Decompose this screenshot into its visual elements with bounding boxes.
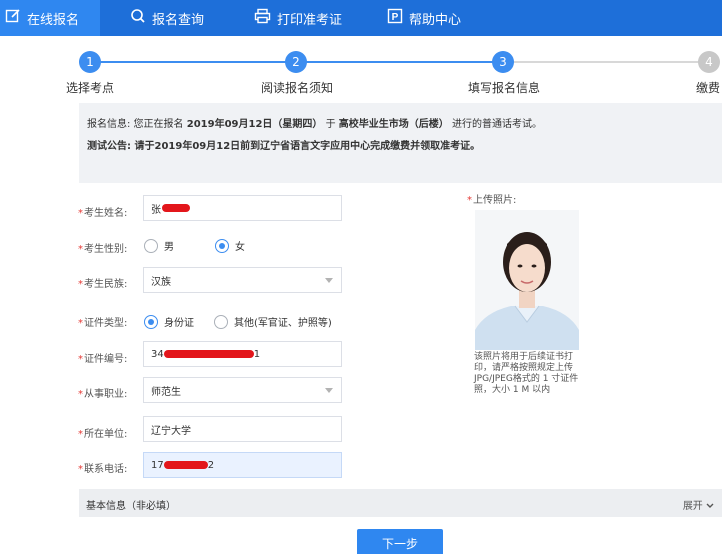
uploaded-photo[interactable] xyxy=(475,210,579,350)
chevron-down-icon xyxy=(706,503,714,508)
nav-item-registration-query[interactable]: 报名查询 xyxy=(130,0,204,36)
search-icon xyxy=(130,8,146,28)
edit-icon xyxy=(5,8,21,28)
registration-info: 报名信息: 您正在报名 2019年09月12日（星期四） 于 高校毕业生市场（后… xyxy=(87,119,542,130)
gender-option-female[interactable]: 女 xyxy=(215,238,245,253)
phone-label: *联系电话: xyxy=(78,464,128,475)
id-type-option-id-card[interactable]: 身份证 xyxy=(144,314,194,329)
gender-option-male[interactable]: 男 xyxy=(144,238,174,253)
phone-field[interactable]: 17 2 xyxy=(143,452,342,478)
radio-unchecked[interactable] xyxy=(144,238,158,253)
registration-notice: 报名信息: 您正在报名 2019年09月12日（星期四） 于 高校毕业生市场（后… xyxy=(79,103,722,183)
occupation-select[interactable]: 师范生 xyxy=(143,377,342,403)
nav-label: 打印准考证 xyxy=(277,12,343,28)
step-1-label: 选择考点 xyxy=(66,81,115,95)
progress-line-remaining xyxy=(513,61,708,63)
basic-info-title: 基本信息（非必填） xyxy=(86,501,176,512)
radio-checked[interactable] xyxy=(144,314,158,329)
next-step-button[interactable]: 下一步 xyxy=(357,529,443,554)
photo-upload-label: *上传照片: xyxy=(467,195,517,206)
printer-icon xyxy=(254,8,271,28)
radio-unchecked[interactable] xyxy=(214,314,228,329)
ethnicity-select[interactable]: 汉族 xyxy=(143,267,342,293)
step-1-circle: 1 xyxy=(79,51,101,73)
nav-item-print-admission-ticket[interactable]: 打印准考证 xyxy=(254,0,342,36)
name-field[interactable]: 张 xyxy=(143,195,342,221)
redaction-mark xyxy=(163,350,254,358)
id-number-label: *证件编号: xyxy=(78,354,128,365)
step-2-circle: 2 xyxy=(285,51,307,73)
id-number-field[interactable]: 34 1 xyxy=(143,341,342,367)
employer-field[interactable]: 辽宁大学 xyxy=(143,416,342,442)
name-label: *考生姓名: xyxy=(78,208,128,219)
test-announcement: 测试公告: 请于2019年09月12日前到辽宁省语言文字应用中心完成缴费并领取准… xyxy=(87,141,481,152)
employer-label: *所在单位: xyxy=(78,429,128,440)
dropdown-caret-icon xyxy=(325,388,333,393)
step-3-label: 填写报名信息 xyxy=(468,81,541,95)
redaction-mark xyxy=(162,204,190,212)
nav-label: 帮助中心 xyxy=(409,12,462,28)
redaction-mark xyxy=(163,461,208,469)
id-type-option-other[interactable]: 其他(军官证、护照等) xyxy=(214,314,332,329)
step-4-circle: 4 xyxy=(698,51,720,73)
step-4-label: 缴费 xyxy=(696,81,721,95)
step-2-label: 阅读报名须知 xyxy=(261,81,334,95)
id-type-label: *证件类型: xyxy=(78,318,128,329)
dropdown-caret-icon xyxy=(325,278,333,283)
radio-checked[interactable] xyxy=(215,238,229,253)
photo-requirements-note: 该照片将用于后续证书打印，请严格按照规定上传JPG/JPEG格式的 1 寸证件照… xyxy=(474,352,579,395)
occupation-label: *从事职业: xyxy=(78,389,128,400)
expand-toggle[interactable]: 展开 xyxy=(683,497,714,512)
nav-label: 在线报名 xyxy=(27,12,80,28)
top-nav: 在线报名 报名查询 打印准考证 P 帮助中心 xyxy=(0,0,722,36)
basic-info-section[interactable]: 基本信息（非必填） 展开 xyxy=(79,489,722,517)
gender-label: *考生性别: xyxy=(78,244,128,255)
svg-text:P: P xyxy=(392,12,399,23)
nav-item-online-registration[interactable]: 在线报名 xyxy=(0,0,100,36)
step-3-circle: 3 xyxy=(492,51,514,73)
nav-item-help-center[interactable]: P 帮助中心 xyxy=(387,0,461,36)
help-icon: P xyxy=(387,8,403,28)
nav-label: 报名查询 xyxy=(152,12,205,28)
ethnicity-label: *考生民族: xyxy=(78,279,128,290)
